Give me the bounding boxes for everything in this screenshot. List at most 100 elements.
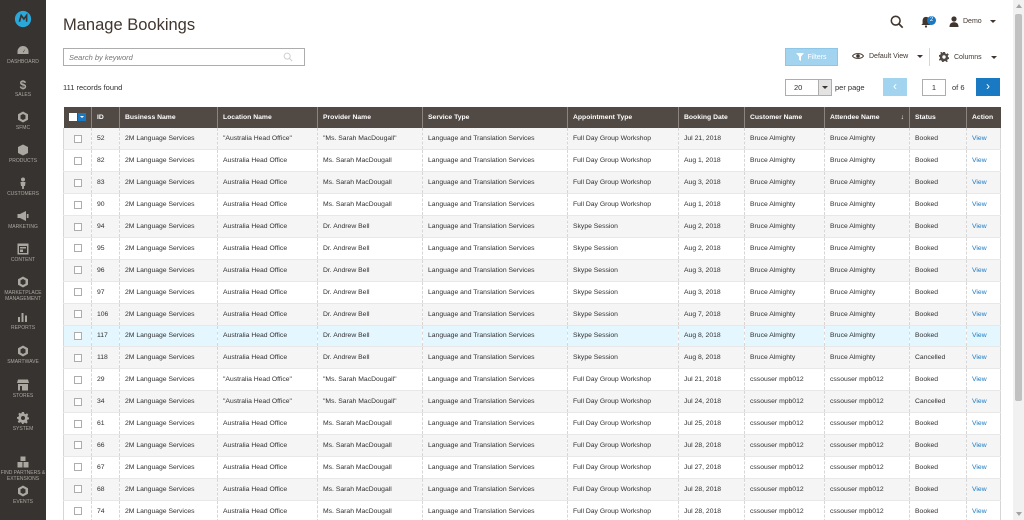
view-link[interactable]: View — [966, 412, 1001, 435]
table-row[interactable]: 106 2M Language Services Australia Head Of… — [63, 303, 1001, 326]
view-link[interactable]: View — [966, 128, 1001, 151]
view-link[interactable]: View — [966, 303, 1001, 326]
row-checkbox[interactable] — [73, 463, 82, 472]
column-header-id[interactable]: ID — [91, 107, 120, 128]
page-number-input[interactable]: 1 — [922, 79, 946, 96]
table-row[interactable]: 29 2M Language Services "Australia Head Of… — [63, 368, 1001, 392]
sidebar-item-sales[interactable]: $ SALES — [0, 78, 46, 98]
next-page-button[interactable]: › — [976, 78, 1000, 96]
view-link[interactable]: View — [966, 215, 1001, 238]
keyword-search-field[interactable] — [63, 48, 305, 66]
row-checkbox[interactable] — [73, 156, 82, 165]
view-link[interactable]: View — [966, 390, 1001, 414]
view-link[interactable]: View — [966, 456, 1001, 479]
row-checkbox[interactable] — [73, 419, 82, 428]
table-row[interactable]: 66 2M Language Services Australia Head Off… — [63, 434, 1001, 457]
vertical-scrollbar[interactable] — [1013, 0, 1024, 520]
sidebar-item-dashboard[interactable]: DASHBOARD — [0, 45, 46, 65]
sidebar-item-events[interactable]: EVENTS — [0, 485, 46, 505]
sidebar-item-reports[interactable]: REPORTS — [0, 311, 46, 331]
table-row[interactable]: 82 2M Language Services Australia Head Off… — [63, 149, 1001, 173]
row-checkbox[interactable] — [73, 507, 82, 516]
sidebar-item-marketing[interactable]: MARKETING — [0, 210, 46, 230]
column-header-status[interactable]: Status — [909, 107, 967, 128]
sidebar-item-customers[interactable]: CUSTOMERS — [0, 177, 46, 197]
search-input[interactable] — [69, 49, 279, 65]
view-link[interactable]: View — [966, 193, 1001, 217]
view-link[interactable]: View — [966, 346, 1001, 370]
user-menu[interactable]: Demo — [949, 16, 996, 27]
view-link[interactable]: View — [966, 434, 1001, 457]
row-checkbox[interactable] — [73, 244, 82, 253]
table-row[interactable]: 94 2M Language Services Australia Head Off… — [63, 215, 1001, 238]
row-checkbox[interactable] — [73, 331, 82, 340]
column-header-appointment-type[interactable]: Appointment Type — [567, 107, 679, 128]
column-header-service-type[interactable]: Service Type — [422, 107, 568, 128]
view-link[interactable]: View — [966, 149, 1001, 173]
column-header-business-name[interactable]: Business Name — [119, 107, 218, 128]
view-link[interactable]: View — [966, 478, 1001, 501]
row-checkbox[interactable] — [73, 178, 82, 187]
columns-selector[interactable]: Columns — [939, 52, 997, 62]
sidebar-item-stores[interactable]: STORES — [0, 379, 46, 399]
select-all-checkbox[interactable] — [68, 112, 77, 121]
search-icon[interactable] — [890, 15, 904, 29]
row-checkbox[interactable] — [73, 353, 82, 362]
table-row[interactable]: 67 2M Language Services Australia Head Off… — [63, 456, 1001, 479]
view-link[interactable]: View — [966, 237, 1001, 260]
row-checkbox[interactable] — [73, 200, 82, 209]
table-row[interactable]: 68 2M Language Services Australia Head Off… — [63, 478, 1001, 501]
view-link[interactable]: View — [966, 171, 1001, 195]
sidebar-item-find-partners-extensions[interactable]: FIND PARTNERS & EXTENSIONS — [0, 456, 46, 482]
view-link[interactable]: View — [966, 281, 1001, 304]
table-row[interactable]: 95 2M Language Services Australia Head Off… — [63, 237, 1001, 260]
sidebar-item-system[interactable]: SYSTEM — [0, 412, 46, 432]
sidebar-item-smartwave[interactable]: SMARTWAVE — [0, 345, 46, 365]
scrollbar-thumb[interactable] — [1015, 14, 1022, 401]
sidebar-item-products[interactable]: PRODUCTS — [0, 144, 46, 164]
view-link[interactable]: View — [966, 325, 1001, 348]
sidebar-item-content[interactable]: CONTENT — [0, 243, 46, 263]
column-header-customer-name[interactable]: Customer Name — [744, 107, 825, 128]
table-row[interactable]: 118 2M Language Services Australia Head Of… — [63, 346, 1001, 370]
table-row[interactable]: 52 2M Language Services "Australia Head Of… — [63, 128, 1001, 151]
table-row[interactable]: 74 2M Language Services Australia Head Off… — [63, 500, 1001, 520]
view-link[interactable]: View — [966, 368, 1001, 392]
column-header-location-name[interactable]: Location Name — [217, 107, 318, 128]
previous-page-button[interactable]: ‹ — [883, 78, 907, 96]
chevron-down-icon[interactable] — [77, 112, 86, 121]
row-checkbox[interactable] — [73, 310, 82, 319]
table-row[interactable]: 96 2M Language Services Australia Head Off… — [63, 259, 1001, 282]
cell-provider-name: Dr. Andrew Bell — [317, 281, 423, 304]
row-checkbox[interactable] — [73, 134, 82, 143]
sidebar-item-marketplace-management[interactable]: MARKETPLACE MANAGEMENT — [0, 276, 46, 302]
table-row[interactable]: 83 2M Language Services Australia Head Off… — [63, 171, 1001, 195]
view-link[interactable]: View — [966, 500, 1001, 520]
view-selector[interactable]: Default View — [852, 52, 924, 60]
scroll-up-icon[interactable] — [1016, 4, 1022, 8]
table-row[interactable]: 97 2M Language Services Australia Head Off… — [63, 281, 1001, 304]
column-header-attendee-name[interactable]: Attendee Name ↓ — [824, 107, 910, 128]
table-row[interactable]: 34 2M Language Services "Australia Head Of… — [63, 390, 1001, 414]
mass-select-header[interactable] — [63, 107, 92, 128]
table-row[interactable]: 117 2M Language Services Australia Head Of… — [63, 325, 1001, 348]
row-checkbox[interactable] — [73, 222, 82, 231]
row-checkbox[interactable] — [73, 441, 82, 450]
logo[interactable] — [0, 0, 46, 37]
per-page-select[interactable]: 20 — [785, 79, 832, 96]
table-row[interactable]: 90 2M Language Services Australia Head Off… — [63, 193, 1001, 217]
column-header-booking-date[interactable]: Booking Date — [678, 107, 745, 128]
search-submit-icon[interactable] — [283, 52, 293, 62]
row-checkbox[interactable] — [73, 375, 82, 384]
filters-button[interactable]: Filters — [785, 48, 838, 66]
grid-body: 52 2M Language Services "Australia Head Of… — [63, 128, 1001, 520]
sidebar-item-sfmc[interactable]: SFMC — [0, 111, 46, 131]
column-header-provider-name[interactable]: Provider Name — [317, 107, 423, 128]
view-link[interactable]: View — [966, 259, 1001, 282]
row-checkbox[interactable] — [73, 485, 82, 494]
scroll-down-icon[interactable] — [1016, 512, 1022, 516]
row-checkbox[interactable] — [73, 266, 82, 275]
row-checkbox[interactable] — [73, 288, 82, 297]
table-row[interactable]: 61 2M Language Services Australia Head Off… — [63, 412, 1001, 435]
row-checkbox[interactable] — [73, 397, 82, 406]
